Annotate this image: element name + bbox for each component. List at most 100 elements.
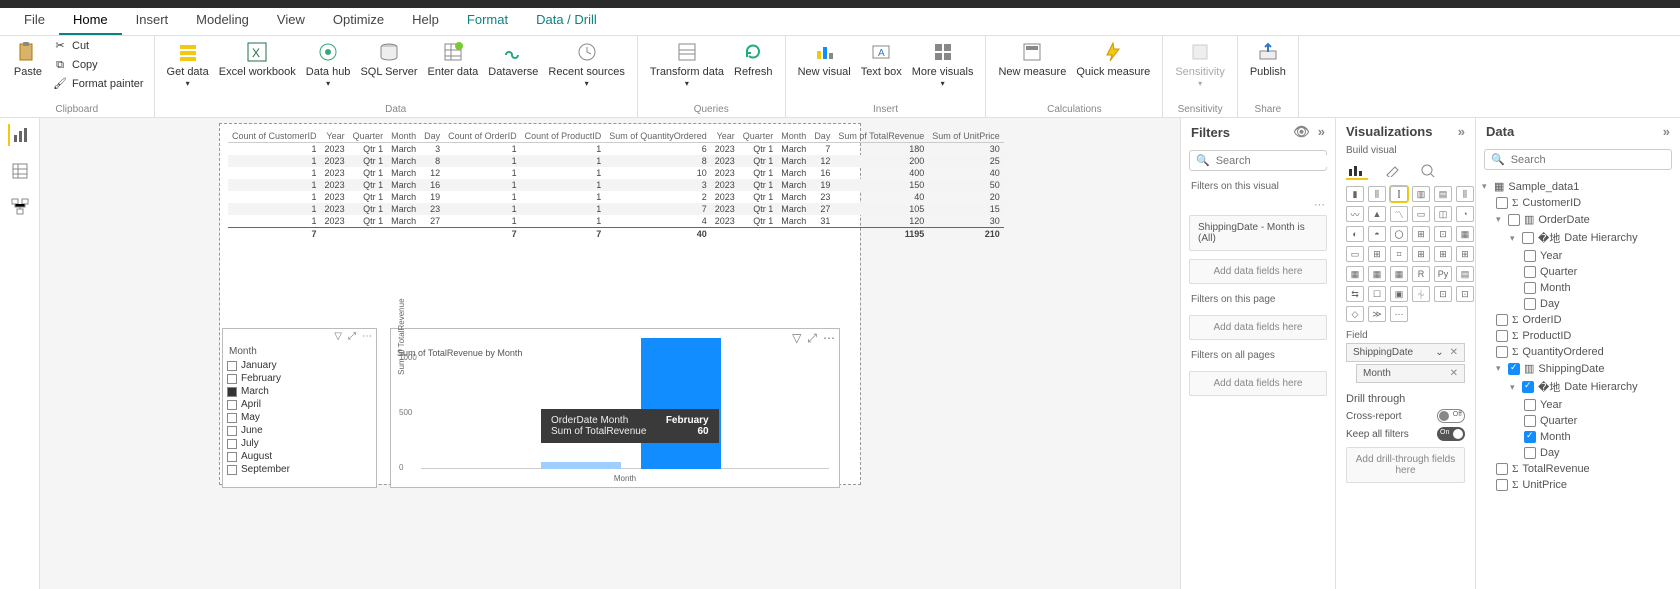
viz-type-icon[interactable]: 〇 bbox=[1390, 226, 1408, 242]
matrix-cell[interactable]: 1 bbox=[521, 167, 606, 179]
matrix-cell[interactable]: 1 bbox=[444, 191, 521, 203]
field-shippingdate-hierarchy[interactable]: ▾�地Date Hierarchy bbox=[1482, 377, 1674, 397]
more-icon[interactable]: ⋯ bbox=[362, 331, 372, 342]
matrix-cell[interactable]: Qtr 1 bbox=[349, 203, 388, 215]
viz-type-icon[interactable]: ▦ bbox=[1390, 266, 1408, 282]
slicer-option[interactable]: March bbox=[227, 385, 372, 398]
data-search[interactable]: 🔍 bbox=[1484, 149, 1672, 170]
viz-type-icon[interactable]: ⏆ bbox=[1412, 286, 1430, 302]
remove-field-icon[interactable]: ✕ bbox=[1450, 347, 1458, 358]
viz-type-icon[interactable]: ⊡ bbox=[1456, 286, 1474, 302]
slicer-option[interactable]: January bbox=[227, 359, 372, 372]
matrix-cell[interactable]: Qtr 1 bbox=[739, 167, 778, 179]
matrix-cell[interactable]: 2023 bbox=[321, 215, 349, 228]
field-orderdate-year[interactable]: Year bbox=[1482, 248, 1674, 264]
field-well-shippingdate[interactable]: ShippingDate⌄✕ bbox=[1346, 343, 1465, 362]
report-canvas[interactable]: Count of CustomerIDYearQuarterMonthDayCo… bbox=[40, 118, 1180, 589]
matrix-cell[interactable]: 6 bbox=[605, 143, 711, 156]
matrix-cell[interactable]: 1 bbox=[521, 191, 606, 203]
viz-type-icon[interactable]: ⊞ bbox=[1412, 226, 1430, 242]
enter-data-button[interactable]: Enter data bbox=[424, 38, 483, 81]
matrix-cell[interactable]: March bbox=[777, 215, 810, 228]
matrix-cell[interactable]: 1 bbox=[444, 179, 521, 191]
matrix-cell[interactable]: 1 bbox=[228, 215, 321, 228]
matrix-cell[interactable]: Qtr 1 bbox=[739, 143, 778, 156]
focus-icon[interactable]: ⤢ bbox=[348, 331, 356, 342]
field-orderdate-quarter[interactable]: Quarter bbox=[1482, 264, 1674, 280]
slicer-option[interactable]: May bbox=[227, 411, 372, 424]
bar-chart-visual[interactable]: ▽ ⤢ ⋯ Sum of TotalRevenue by Month Sum o… bbox=[390, 328, 840, 488]
focus-icon[interactable]: ⤢ bbox=[807, 331, 817, 346]
viz-type-icon[interactable]: ▲ bbox=[1368, 206, 1386, 222]
field-orderdate-month[interactable]: Month bbox=[1482, 280, 1674, 296]
matrix-header[interactable]: Count of OrderID bbox=[444, 130, 521, 143]
matrix-cell[interactable]: Qtr 1 bbox=[349, 167, 388, 179]
matrix-cell[interactable]: 1 bbox=[444, 203, 521, 215]
viz-type-icon[interactable]: ▤ bbox=[1434, 186, 1452, 202]
matrix-cell[interactable]: 1 bbox=[228, 203, 321, 215]
matrix-cell[interactable]: 7 bbox=[605, 203, 711, 215]
matrix-cell[interactable]: 180 bbox=[834, 143, 928, 156]
quick-measure-button[interactable]: Quick measure bbox=[1072, 38, 1154, 81]
text-box-button[interactable]: AText box bbox=[857, 38, 906, 81]
copy-button[interactable]: ⧉Copy bbox=[50, 57, 146, 75]
transform-data-button[interactable]: Transform data▾ bbox=[646, 38, 728, 91]
viz-type-icon[interactable]: ▭ bbox=[1346, 246, 1364, 262]
matrix-cell[interactable]: 1 bbox=[228, 191, 321, 203]
viz-type-icon[interactable]: ◇ bbox=[1346, 306, 1364, 322]
build-visual-tab[interactable] bbox=[1346, 162, 1368, 180]
matrix-cell[interactable]: 40 bbox=[834, 191, 928, 203]
matrix-cell[interactable]: March bbox=[777, 191, 810, 203]
viz-type-icon[interactable]: R bbox=[1412, 266, 1430, 282]
matrix-cell[interactable]: March bbox=[777, 143, 810, 156]
tab-format[interactable]: Format bbox=[453, 6, 522, 35]
matrix-cell[interactable]: 2 bbox=[605, 191, 711, 203]
more-icon[interactable]: ⋯ bbox=[823, 331, 835, 346]
matrix-cell[interactable]: 12 bbox=[810, 155, 834, 167]
viz-type-icon[interactable]: ▭ bbox=[1412, 206, 1430, 222]
viz-type-icon[interactable]: 〽 bbox=[1390, 206, 1408, 222]
viz-type-icon[interactable]: ☐ bbox=[1368, 286, 1386, 302]
format-visual-tab[interactable] bbox=[1382, 162, 1404, 180]
sql-button[interactable]: SQL Server bbox=[356, 38, 421, 81]
more-visuals-button[interactable]: More visuals▾ bbox=[908, 38, 978, 91]
matrix-cell[interactable]: March bbox=[387, 143, 420, 156]
matrix-cell[interactable]: 23 bbox=[810, 191, 834, 203]
viz-type-icon[interactable]: ▥ bbox=[1412, 186, 1430, 202]
matrix-cell[interactable]: 2023 bbox=[321, 155, 349, 167]
viz-type-icon[interactable]: ◔ bbox=[1456, 206, 1474, 222]
viz-type-icon[interactable]: ⊞ bbox=[1434, 246, 1452, 262]
matrix-cell[interactable]: 8 bbox=[420, 155, 444, 167]
matrix-cell[interactable]: 2023 bbox=[711, 155, 739, 167]
matrix-cell[interactable]: 30 bbox=[928, 215, 1004, 228]
matrix-cell[interactable]: 19 bbox=[420, 191, 444, 203]
matrix-cell[interactable]: 16 bbox=[810, 167, 834, 179]
matrix-cell[interactable]: 150 bbox=[834, 179, 928, 191]
collapse-icon[interactable]: » bbox=[1663, 124, 1670, 139]
matrix-cell[interactable]: 3 bbox=[420, 143, 444, 156]
data-view-icon[interactable] bbox=[9, 160, 31, 182]
matrix-cell[interactable]: 1 bbox=[444, 215, 521, 228]
collapse-icon[interactable]: » bbox=[1458, 124, 1465, 139]
matrix-cell[interactable]: March bbox=[387, 191, 420, 203]
matrix-header[interactable]: Day bbox=[420, 130, 444, 143]
tab-modeling[interactable]: Modeling bbox=[182, 6, 263, 35]
matrix-header[interactable]: Sum of UnitPrice bbox=[928, 130, 1004, 143]
matrix-cell[interactable]: 200 bbox=[834, 155, 928, 167]
matrix-cell[interactable]: 1 bbox=[228, 155, 321, 167]
field-totalrevenue[interactable]: ΣTotalRevenue bbox=[1482, 461, 1674, 477]
matrix-cell[interactable]: 30 bbox=[928, 143, 1004, 156]
chart-bar[interactable] bbox=[541, 462, 621, 469]
report-view-icon[interactable] bbox=[8, 124, 30, 146]
matrix-cell[interactable]: 1 bbox=[228, 143, 321, 156]
matrix-cell[interactable]: March bbox=[387, 203, 420, 215]
field-orderdate[interactable]: ▾▥OrderDate bbox=[1482, 211, 1674, 228]
matrix-cell[interactable]: Qtr 1 bbox=[349, 155, 388, 167]
viz-type-icon[interactable]: ▦ bbox=[1456, 226, 1474, 242]
slicer-option[interactable]: June bbox=[227, 424, 372, 437]
matrix-cell[interactable]: 1 bbox=[444, 167, 521, 179]
matrix-cell[interactable]: 1 bbox=[521, 215, 606, 228]
field-productid[interactable]: ΣProductID bbox=[1482, 328, 1674, 344]
viz-type-icon[interactable]: 〰 bbox=[1346, 206, 1364, 222]
matrix-cell[interactable]: March bbox=[777, 155, 810, 167]
